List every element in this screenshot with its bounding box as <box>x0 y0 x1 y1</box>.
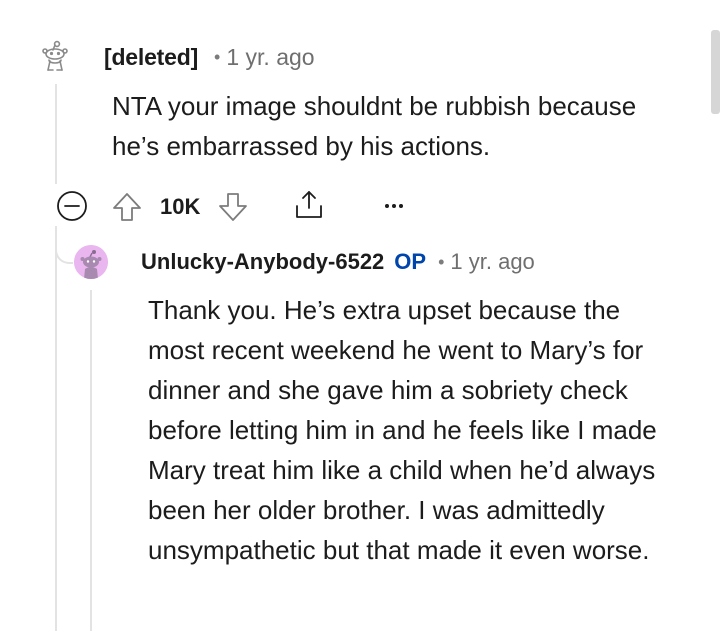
more-options-button[interactable] <box>382 194 406 218</box>
downvote-arrow-icon <box>219 193 247 221</box>
thread-elbow <box>55 236 73 264</box>
comment-1-timestamp[interactable]: 1 yr. ago <box>226 43 314 71</box>
comment-1-author[interactable]: [deleted] <box>104 43 198 71</box>
comment-1-separator: • <box>214 47 221 67</box>
comment-2-separator: • <box>438 252 445 272</box>
collapse-minus-icon <box>57 191 87 221</box>
deleted-user-avatar[interactable] <box>40 40 70 74</box>
reddit-comment-thread: [deleted] • 1 yr. ago NTA your image sho… <box>0 0 720 631</box>
upvote-arrow-icon <box>113 193 141 221</box>
deleted-user-snoo-icon <box>42 40 68 71</box>
comment-2-author[interactable]: Unlucky-Anybody-6522 <box>141 248 384 276</box>
comment-1-meta: [deleted] • 1 yr. ago <box>104 43 315 71</box>
thread-line-2[interactable] <box>90 290 92 631</box>
share-button[interactable] <box>292 188 326 222</box>
comment-2-body: Thank you. He’s extra upset because the … <box>148 295 657 565</box>
thread-line-1[interactable] <box>55 84 57 184</box>
thread-line-1-lower[interactable] <box>55 226 57 631</box>
snoo-avatar-icon <box>74 245 108 279</box>
comment-1-body: NTA your image shouldnt be rubbish becau… <box>112 91 637 161</box>
vote-count: 10K <box>160 194 201 219</box>
more-options-icon <box>385 204 403 208</box>
op-user-avatar[interactable] <box>74 245 108 279</box>
comment-2-meta: Unlucky-Anybody-6522 OP • 1 yr. ago <box>141 248 535 276</box>
scrollbar-thumb[interactable] <box>711 30 720 114</box>
downvote-button[interactable] <box>216 190 250 224</box>
comment-2-timestamp[interactable]: 1 yr. ago <box>450 248 534 276</box>
collapse-button[interactable] <box>56 190 88 222</box>
op-badge: OP <box>394 249 427 274</box>
share-icon <box>296 191 322 218</box>
comment-1-action-bar: 10K <box>56 186 456 226</box>
upvote-button[interactable] <box>110 190 144 224</box>
